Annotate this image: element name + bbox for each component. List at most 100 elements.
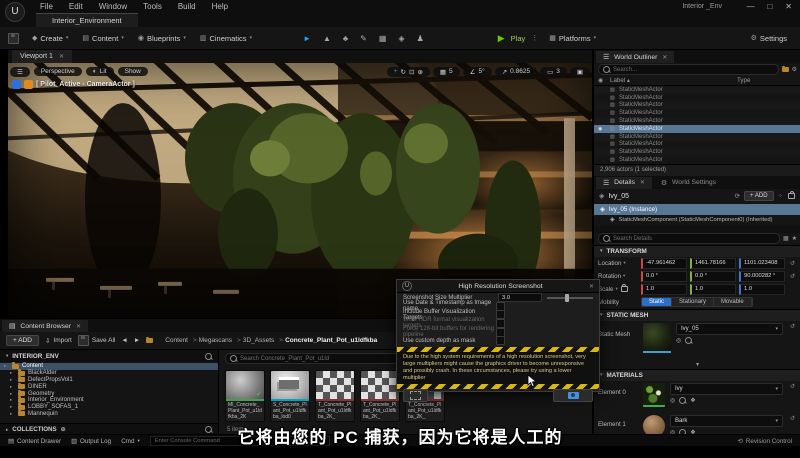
outliner-row[interactable]: ◉ ▧ Ivy_7 StaticMeshActor xyxy=(594,148,800,156)
close-icon[interactable]: ✕ xyxy=(76,323,81,330)
expander-icon[interactable]: ▸ xyxy=(10,377,15,383)
content-button[interactable]: ▤Content▾ xyxy=(77,32,128,45)
add-button[interactable]: + ADD xyxy=(6,335,39,346)
tab-content-browser[interactable]: ▤ Content Browser✕ xyxy=(2,320,88,332)
take-screenshot-button[interactable] xyxy=(553,389,593,402)
maximize-button[interactable]: □ xyxy=(767,0,772,13)
details-search-input[interactable]: Search Details xyxy=(598,233,780,244)
breadcrumb-item[interactable]: 3D_Assets xyxy=(243,337,283,344)
menu-item[interactable]: File xyxy=(32,2,61,11)
static-mesh-dropdown[interactable]: Ivy_05▾ xyxy=(676,323,783,335)
outliner-row[interactable]: ◉ ▧ Ivy_07 StaticMeshActor xyxy=(594,156,800,164)
close-icon[interactable]: ✕ xyxy=(640,179,645,186)
tree-folder-item[interactable]: ▸ Mannequin xyxy=(0,411,218,418)
outliner-row[interactable]: ◉ ▧ Ivy_06 StaticMeshActor xyxy=(594,141,800,149)
select-mode-icon[interactable]: ► xyxy=(303,34,311,43)
outliner-row[interactable]: ◉ ▧ Ivy_6 StaticMeshActor xyxy=(594,133,800,141)
lit-button[interactable]: ◐ Lit xyxy=(86,67,114,76)
foliage-mode-icon[interactable]: ♣ xyxy=(343,34,348,43)
mobility-option-button[interactable]: Static xyxy=(642,298,672,306)
reset-static-mesh-icon[interactable]: ↺ xyxy=(788,323,797,359)
expander-icon[interactable]: ▸ xyxy=(10,397,15,403)
tree-header[interactable]: INTERIOR_ENV xyxy=(12,353,59,360)
rotation-y-field[interactable]: 0.0 ° xyxy=(690,271,736,282)
material-0-dropdown[interactable]: Ivy▾ xyxy=(670,383,783,395)
breadcrumb-item[interactable]: Megascans xyxy=(199,337,241,344)
expand-icon[interactable]: ⁘ xyxy=(778,192,783,200)
favorites-icon[interactable]: ★ xyxy=(792,235,797,242)
brush-edit-mode-icon[interactable]: ◈ xyxy=(398,34,404,43)
search-icon[interactable] xyxy=(205,353,212,360)
specify-region-button[interactable] xyxy=(403,389,428,402)
tab-world-settings[interactable]: ⚙ World Settings xyxy=(654,177,723,189)
checkbox[interactable] xyxy=(496,319,505,328)
expander-icon[interactable]: ▸ xyxy=(10,370,15,376)
outliner-row[interactable]: ◉ ▧ Ivy_04 StaticMeshActor xyxy=(594,109,800,117)
scale-tool-icon[interactable]: ⊡ xyxy=(409,68,414,76)
transform-tools-group[interactable]: + ↻ ⊡ ⊕ xyxy=(387,67,430,77)
outliner-settings-icon[interactable]: ⚙ xyxy=(792,66,797,73)
world-space-icon[interactable]: ⊕ xyxy=(417,68,422,76)
component-row-instance[interactable]: ◈Ivy_05 (Instance) xyxy=(594,204,800,215)
location-z-field[interactable]: 1101.023408 xyxy=(739,258,785,269)
tab-details[interactable]: ☰ Details✕ xyxy=(596,177,652,189)
expander-icon[interactable]: ▸ xyxy=(10,404,15,410)
mesh-paint-mode-icon[interactable]: ✎ xyxy=(360,34,367,43)
show-button[interactable]: Show xyxy=(118,67,148,76)
tab-level[interactable]: Interior_Environment xyxy=(36,13,138,27)
edit-material-icon[interactable]: ❖ xyxy=(690,397,695,404)
landscape-mode-icon[interactable]: ▲ xyxy=(323,34,331,43)
fracture-mode-icon[interactable]: ▦ xyxy=(379,34,387,43)
rotation-label[interactable]: Rotation▾ xyxy=(598,273,638,280)
close-icon[interactable]: ✕ xyxy=(59,53,64,60)
section-static-mesh[interactable]: ▾STATIC MESH xyxy=(594,309,800,321)
MI_Concrete_Plant_Pot_u1ldfkba_2K[interactable]: MI_Concrete_Plant_Pot_u1ldfkba_2K xyxy=(225,370,265,422)
reset-location-icon[interactable]: ↺ xyxy=(788,260,797,267)
browse-icon[interactable] xyxy=(685,337,692,344)
close-button[interactable]: ✕ xyxy=(785,0,792,13)
menu-item[interactable]: Tools xyxy=(135,2,170,11)
T_Concrete_Plant_Pot_u1ldfkba_2K_[interactable]: T_Concrete_Plant_Pot_u1ldfkba_2K_ xyxy=(360,370,400,422)
T_Concrete_Plant_Pot_u1ldfkba_2K_[interactable]: T_Concrete_Plant_Pot_u1ldfkba_2K_ xyxy=(315,370,355,422)
scale-y-field[interactable]: 1.0 xyxy=(690,284,736,295)
scale-label[interactable]: Scale▾ xyxy=(598,286,638,293)
tree-folder-item[interactable]: ▸ BlackAlder xyxy=(0,370,218,377)
material-ivy-thumbnail[interactable] xyxy=(643,383,665,407)
platforms-button[interactable]: ▦Platforms▾ xyxy=(544,32,601,45)
location-x-field[interactable]: -47.961462 xyxy=(641,258,687,269)
tree-folder-item[interactable]: ▸ Interior_Environment xyxy=(0,397,218,404)
camera-speed-button[interactable]: ↗ 0.8625 xyxy=(495,67,537,77)
menu-item[interactable]: Edit xyxy=(61,2,91,11)
dialog-title-bar[interactable]: U High Resolution Screenshot ✕ xyxy=(397,280,599,293)
visibility-eye-icon[interactable]: ◉ xyxy=(598,126,610,132)
outliner-row[interactable]: ◉ ▧ Ivy_4 StaticMeshActor xyxy=(594,102,800,110)
checkbox[interactable] xyxy=(496,336,505,345)
outliner-row[interactable]: ◉ ▧ Ivy_5 StaticMeshActor xyxy=(594,117,800,125)
rotate-tool-icon[interactable]: ↻ xyxy=(401,68,406,76)
eject-pilot-icon[interactable] xyxy=(12,80,21,89)
section-materials[interactable]: ▾MATERIALS xyxy=(594,369,800,381)
menu-item[interactable]: Window xyxy=(91,2,135,11)
create-button[interactable]: ◆Create▾ xyxy=(27,32,73,45)
label-column-header[interactable]: Label ▴ xyxy=(610,77,737,84)
scale-x-field[interactable]: 1.0 xyxy=(641,284,687,295)
save-icon[interactable] xyxy=(8,33,19,44)
mobility-option-button[interactable]: Movable xyxy=(714,298,752,306)
reset-rotation-icon[interactable]: ↺ xyxy=(788,273,797,280)
lock-icon[interactable] xyxy=(788,193,795,199)
scale-lock-icon[interactable] xyxy=(621,286,628,292)
slider-knob[interactable] xyxy=(565,294,569,302)
move-tool-icon[interactable]: + xyxy=(394,68,398,75)
menu-item[interactable]: Help xyxy=(204,2,236,11)
display-filter-icon[interactable]: ▦ xyxy=(783,235,789,242)
tree-folder-item[interactable]: ▸ Content xyxy=(0,363,218,370)
import-button[interactable]: ⇩Import xyxy=(45,337,72,345)
add-component-button[interactable]: + ADD xyxy=(744,191,774,201)
expander-icon[interactable]: ▸ xyxy=(10,411,15,417)
tree-folder-item[interactable]: ▸ LOBBY_SOFAS_1 xyxy=(0,404,218,411)
outliner-row[interactable]: ◉ ▧ Ivy_03 StaticMeshActor xyxy=(594,94,800,102)
save-all-button[interactable]: Save All xyxy=(78,335,116,346)
multiplier-value-field[interactable]: 3.0 xyxy=(498,293,542,302)
expander-icon[interactable]: ▸ xyxy=(10,384,15,390)
static-mesh-thumbnail[interactable] xyxy=(643,323,671,353)
